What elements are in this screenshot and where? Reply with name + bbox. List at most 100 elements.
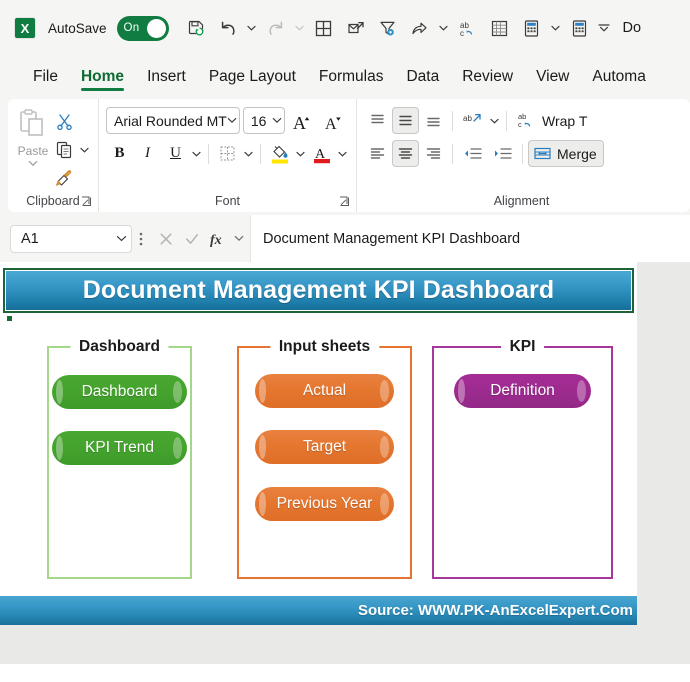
underline-button[interactable]: U bbox=[162, 140, 189, 167]
group-dashboard: Dashboard Dashboard KPI Trend bbox=[47, 335, 192, 579]
customize-qat-icon[interactable] bbox=[597, 13, 611, 43]
borders-dropdown-icon[interactable] bbox=[242, 140, 255, 167]
calculator-icon[interactable] bbox=[517, 13, 547, 43]
group-input-sheets: Input sheets Actual Target Previous Year bbox=[237, 335, 412, 579]
button-dashboard[interactable]: Dashboard bbox=[52, 375, 187, 409]
worksheet-bottom-gray bbox=[0, 625, 690, 664]
button-target[interactable]: Target bbox=[255, 430, 394, 464]
bold-label: B bbox=[114, 145, 125, 161]
merge-center-button[interactable]: Merge bbox=[528, 140, 604, 167]
fill-color-dropdown-icon[interactable] bbox=[294, 140, 307, 167]
align-center-icon bbox=[398, 148, 413, 159]
tab-data[interactable]: Data bbox=[395, 65, 450, 88]
decrease-font-size-button[interactable]: A bbox=[320, 107, 349, 134]
copy-button[interactable] bbox=[51, 136, 78, 163]
button-actual[interactable]: Actual bbox=[255, 374, 394, 408]
tab-home[interactable]: Home bbox=[70, 65, 135, 91]
tab-insert[interactable]: Insert bbox=[136, 65, 197, 88]
align-bottom-button[interactable] bbox=[420, 107, 447, 134]
font-separator-2 bbox=[260, 143, 261, 164]
font-color-dropdown-icon[interactable] bbox=[336, 140, 349, 167]
orientation-dropdown-icon[interactable] bbox=[488, 107, 501, 134]
borders-button[interactable] bbox=[214, 140, 241, 167]
align-left-button[interactable] bbox=[364, 140, 391, 167]
button-previous-year[interactable]: Previous Year bbox=[255, 487, 394, 521]
wrap-text-icon: abc bbox=[518, 112, 531, 129]
align-middle-icon bbox=[399, 115, 412, 126]
wrap-text-button[interactable]: ab c Wrap T bbox=[512, 107, 594, 134]
italic-label: I bbox=[145, 145, 150, 161]
align-top-button[interactable] bbox=[364, 107, 391, 134]
increase-font-icon: A bbox=[293, 113, 309, 132]
font-color-button[interactable]: A bbox=[308, 140, 335, 167]
name-box[interactable]: A1 bbox=[10, 224, 132, 253]
worksheet-area: Document Management KPI Dashboard Dashbo… bbox=[0, 262, 690, 664]
decrease-indent-button[interactable] bbox=[458, 140, 487, 167]
calculator-alt-icon[interactable] bbox=[565, 13, 595, 43]
cancel-icon[interactable] bbox=[154, 226, 178, 252]
align-center-button[interactable] bbox=[392, 140, 419, 167]
share-dropdown-icon[interactable] bbox=[437, 13, 451, 43]
selected-cell-a1[interactable]: Document Management KPI Dashboard bbox=[3, 268, 634, 322]
source-bar: Source: WWW.PK-AnExcelExpert.Com bbox=[0, 596, 637, 625]
italic-button[interactable]: I bbox=[134, 140, 161, 167]
bold-button[interactable]: B bbox=[106, 140, 133, 167]
share-icon[interactable] bbox=[405, 13, 435, 43]
ribbon-group-clipboard: Paste Clipboard bbox=[8, 99, 98, 212]
tab-page-layout[interactable]: Page Layout bbox=[198, 65, 307, 88]
undo-dropdown-icon[interactable] bbox=[245, 13, 259, 43]
tab-file[interactable]: File bbox=[22, 65, 69, 88]
calculator-dropdown-icon[interactable] bbox=[549, 13, 563, 43]
filter-settings-icon[interactable] bbox=[373, 13, 403, 43]
table-icon[interactable] bbox=[309, 13, 339, 43]
orientation-button[interactable]: ab bbox=[458, 107, 487, 134]
attach-send-icon[interactable] bbox=[341, 13, 371, 43]
autosave-toggle[interactable]: On bbox=[116, 15, 169, 41]
paste-label: Paste bbox=[17, 144, 49, 158]
fill-color-button[interactable] bbox=[266, 140, 293, 167]
source-text: Source: WWW.PK-AnExcelExpert.Com bbox=[357, 602, 633, 619]
name-box-value: A1 bbox=[21, 230, 39, 247]
button-definition[interactable]: Definition bbox=[454, 374, 591, 408]
fill-handle[interactable] bbox=[6, 315, 13, 322]
format-painter-button[interactable] bbox=[51, 164, 78, 191]
copy-dropdown-icon[interactable] bbox=[78, 136, 91, 163]
tab-automate[interactable]: Automa bbox=[581, 65, 656, 88]
alignment-separator-4 bbox=[522, 143, 523, 164]
formula-bar-controls: fx bbox=[150, 225, 250, 253]
underline-dropdown-icon[interactable] bbox=[190, 140, 203, 167]
font-group-label: Font bbox=[214, 194, 240, 208]
undo-icon[interactable] bbox=[213, 13, 243, 43]
spelling-icon[interactable]: ab c bbox=[453, 13, 483, 43]
align-right-icon bbox=[426, 148, 441, 159]
group-kpi-label: KPI bbox=[500, 335, 545, 358]
tab-review[interactable]: Review bbox=[451, 65, 524, 88]
font-separator bbox=[208, 143, 209, 164]
sheet-grid-icon[interactable] bbox=[485, 13, 515, 43]
svg-text:c: c bbox=[460, 29, 464, 38]
check-icon[interactable] bbox=[180, 226, 204, 252]
scissors-icon bbox=[57, 114, 72, 131]
save-icon[interactable] bbox=[181, 13, 211, 43]
borders-icon bbox=[220, 146, 235, 161]
align-right-button[interactable] bbox=[420, 140, 447, 167]
font-name-input[interactable]: Arial Rounded MT bbox=[106, 107, 240, 134]
formula-input[interactable]: Document Management KPI Dashboard bbox=[250, 215, 690, 262]
alignment-separator bbox=[452, 110, 453, 131]
fx-icon[interactable]: fx bbox=[206, 226, 230, 252]
tab-formulas[interactable]: Formulas bbox=[308, 65, 395, 88]
clipboard-dialog-launcher-icon[interactable] bbox=[81, 196, 92, 207]
increase-font-size-button[interactable]: A bbox=[288, 107, 317, 134]
formula-expand-icon[interactable] bbox=[232, 226, 246, 252]
button-kpi-trend[interactable]: KPI Trend bbox=[52, 431, 187, 465]
font-size-input[interactable]: 16 bbox=[242, 107, 285, 134]
paste-icon bbox=[20, 109, 43, 136]
cut-button[interactable] bbox=[51, 108, 78, 135]
tab-view[interactable]: View bbox=[525, 65, 580, 88]
underline-label: U bbox=[170, 145, 181, 161]
formula-bar-options-icon[interactable] bbox=[132, 225, 150, 253]
wrap-text-label: Wrap T bbox=[542, 112, 588, 129]
font-dialog-launcher-icon[interactable] bbox=[339, 196, 350, 207]
align-middle-button[interactable] bbox=[392, 107, 419, 134]
increase-indent-button[interactable] bbox=[488, 140, 517, 167]
